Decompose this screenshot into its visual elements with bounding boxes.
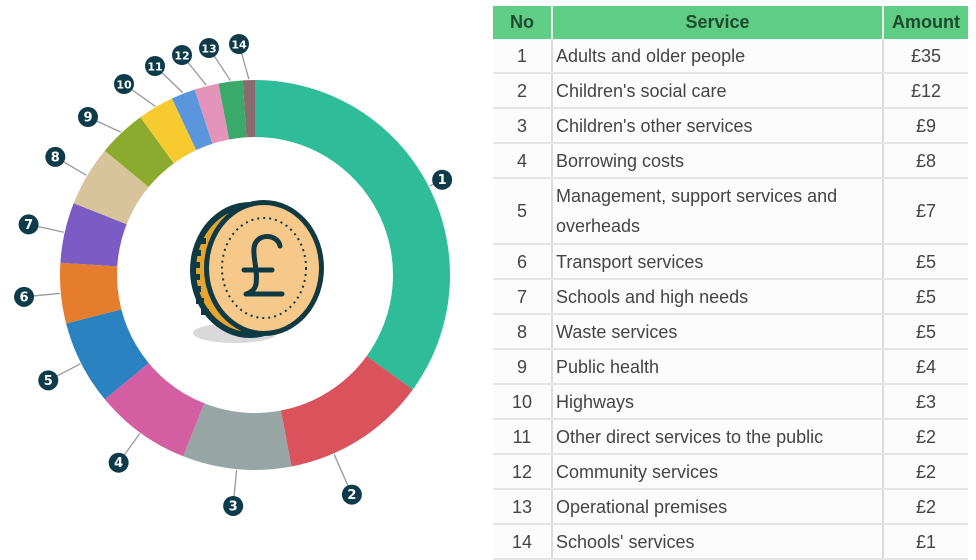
table-row: 9 Public health £4 — [493, 349, 968, 385]
badge-label-11: 11 — [147, 61, 162, 74]
cell-service: Public health — [552, 349, 884, 385]
cell-amount: £2 — [883, 454, 968, 490]
header-amount: Amount — [883, 6, 968, 39]
cell-service: Schools' services — [552, 524, 884, 560]
cell-no: 2 — [493, 73, 553, 109]
cell-service: Borrowing costs — [552, 143, 884, 179]
cell-amount: £5 — [883, 314, 968, 350]
cell-amount: £2 — [883, 489, 968, 525]
table-row: 14 Schools' services £1 — [493, 524, 968, 560]
table-row: 11 Other direct services to the public £2 — [493, 419, 968, 455]
cell-service: Schools and high needs — [552, 279, 884, 315]
table-row: 4 Borrowing costs £8 — [493, 143, 968, 179]
table-row: 7 Schools and high needs £5 — [493, 279, 968, 315]
cell-amount: £7 — [883, 178, 968, 245]
cell-no: 12 — [493, 454, 553, 490]
cell-amount: £12 — [883, 73, 968, 109]
badge-label-6: 6 — [20, 290, 29, 305]
cell-amount: £2 — [883, 419, 968, 455]
cell-service: Management, support services and overhea… — [552, 178, 884, 245]
table-row: 10 Highways £3 — [493, 384, 968, 420]
header-service: Service — [552, 6, 884, 39]
cell-service: Operational premises — [552, 489, 884, 525]
badge-label-2: 2 — [347, 488, 356, 503]
badge-label-9: 9 — [83, 111, 92, 126]
cell-amount: £5 — [883, 244, 968, 280]
table-row: 6 Transport services £5 — [493, 244, 968, 280]
cell-amount: £4 — [883, 349, 968, 385]
table-row: 8 Waste services £5 — [493, 314, 968, 350]
table-row: 13 Operational premises £2 — [493, 489, 968, 525]
table-row: 5 Management, support services and overhe… — [493, 178, 968, 245]
cell-no: 3 — [493, 108, 553, 144]
badge-label-1: 1 — [438, 173, 447, 188]
cell-amount: £1 — [883, 524, 968, 560]
cell-no: 6 — [493, 244, 553, 280]
badge-label-14: 14 — [231, 39, 247, 52]
cell-service: Highways — [552, 384, 884, 420]
badge-label-10: 10 — [116, 79, 132, 92]
cell-no: 10 — [493, 384, 553, 420]
badge-label-3: 3 — [229, 499, 238, 514]
cell-amount: £8 — [883, 143, 968, 179]
cell-service: Children's social care — [552, 73, 884, 109]
cell-amount: £3 — [883, 384, 968, 420]
cell-service: Waste services — [552, 314, 884, 350]
table-row: 1 Adults and older people £35 — [493, 39, 968, 74]
badge-label-7: 7 — [24, 218, 33, 233]
cell-amount: £9 — [883, 108, 968, 144]
cell-service: Adults and older people — [552, 39, 884, 74]
badge-label-12: 12 — [174, 50, 189, 63]
pound-coin-icon — [190, 200, 324, 343]
cell-no: 4 — [493, 143, 553, 179]
badge-label-8: 8 — [51, 150, 60, 165]
table-header-row: No Service Amount — [493, 6, 968, 39]
cell-no: 8 — [493, 314, 553, 350]
badge-label-5: 5 — [44, 374, 53, 389]
header-no: No — [493, 6, 553, 39]
badge-label-13: 13 — [201, 43, 216, 56]
cell-no: 13 — [493, 489, 553, 525]
cell-amount: £5 — [883, 279, 968, 315]
cell-no: 5 — [493, 178, 553, 245]
services-table: No Service Amount 1 Adults and older peop… — [493, 6, 968, 560]
table-row: 2 Children's social care £12 — [493, 73, 968, 109]
cell-no: 7 — [493, 279, 553, 315]
cell-service: Other direct services to the public — [552, 419, 884, 455]
badge-label-4: 4 — [114, 456, 123, 471]
cell-amount: £35 — [883, 39, 968, 74]
cell-no: 14 — [493, 524, 553, 560]
cell-no: 1 — [493, 39, 553, 74]
cell-service: Transport services — [552, 244, 884, 280]
table-row: 12 Community services £2 — [493, 454, 968, 490]
cell-service: Community services — [552, 454, 884, 490]
cell-no: 9 — [493, 349, 553, 385]
cell-no: 11 — [493, 419, 553, 455]
cell-service: Children's other services — [552, 108, 884, 144]
table-row: 3 Children's other services £9 — [493, 108, 968, 144]
